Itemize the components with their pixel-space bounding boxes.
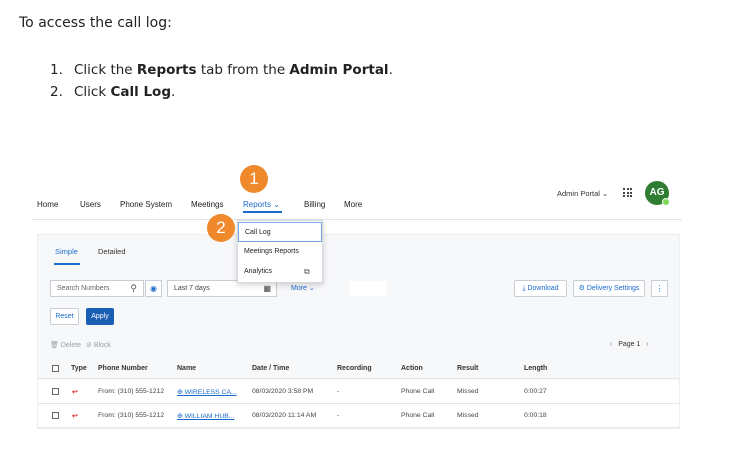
nav-home[interactable]: Home — [37, 200, 58, 209]
step-number: 1. — [50, 62, 63, 78]
row-action: Phone Call — [401, 412, 435, 419]
step-number: 2. — [50, 84, 63, 100]
menu-item-analytics[interactable]: Analytics ⧉ — [238, 262, 322, 282]
apply-button[interactable]: Apply — [86, 308, 114, 325]
step-text: Click the — [74, 62, 137, 78]
step-bold: Reports — [136, 62, 197, 78]
col-length: Length — [524, 365, 548, 372]
kebab-menu-icon[interactable]: ⋮ — [651, 280, 668, 297]
location-target-icon[interactable]: ◉ — [145, 280, 162, 297]
row-length: 0:00:27 — [524, 388, 547, 395]
row-datetime: 08/03/2020 11:14 AM — [252, 412, 317, 419]
table-header: Type Phone Number Name Date / Time Recor… — [38, 359, 679, 379]
row-result: Missed — [457, 412, 479, 419]
nav-reports[interactable]: Reports ⌄ — [243, 200, 280, 209]
row-checkbox[interactable] — [52, 388, 59, 395]
blank-field — [349, 281, 387, 296]
page-label: Page 1 — [618, 341, 641, 348]
missed-call-icon: ↩ — [72, 389, 78, 396]
call-log-panel: Simple Detailed Search Numbers ⚲ ◉ Last … — [37, 234, 680, 429]
row-name[interactable]: ⊕ WILLIAM HUB... — [177, 412, 234, 420]
avatar[interactable]: AG — [645, 181, 670, 206]
search-icon[interactable]: ⚲ — [130, 281, 137, 296]
nav-more[interactable]: More — [344, 200, 362, 209]
app-grid-icon[interactable] — [623, 188, 632, 197]
col-result: Result — [457, 365, 479, 372]
tab-underline — [54, 263, 80, 265]
step-badge-2: 2 — [207, 214, 235, 242]
row-action: Phone Call — [401, 388, 435, 395]
step-badge-1: 1 — [240, 165, 268, 193]
prev-page-icon[interactable]: ‹ — [610, 341, 612, 348]
admin-portal-menu[interactable]: Admin Portal ⌄ — [557, 189, 608, 198]
row-recording: - — [337, 388, 340, 395]
delete-action[interactable]: 🗑 Delete — [50, 341, 81, 349]
external-link-icon: ⧉ — [304, 267, 310, 276]
menu-item-meetings-reports[interactable]: Meetings Reports — [238, 242, 322, 262]
avatar-initials: AG — [649, 187, 665, 198]
row-recording: - — [337, 412, 340, 419]
table-row[interactable]: ↩ From: (310) 555-1212 ⊕ WIRELESS CA... … — [38, 380, 679, 404]
row-checkbox[interactable] — [52, 412, 59, 419]
menu-item-analytics-label: Analytics — [244, 268, 273, 275]
search-placeholder: Search Numbers — [57, 285, 110, 292]
row-name-label: WILLIAM HUB... — [184, 413, 235, 420]
search-input[interactable]: Search Numbers ⚲ — [50, 280, 144, 297]
row-datetime: 08/03/2020 3:58 PM — [252, 388, 314, 395]
step-bold: Admin Portal — [289, 62, 389, 78]
calendar-icon[interactable]: ▦ — [263, 281, 271, 296]
step-1: 1. Click the Reports tab from the Admin P… — [50, 59, 393, 81]
col-action: Action — [401, 365, 423, 372]
more-filters[interactable]: More ⌄ — [291, 284, 315, 292]
nav-users[interactable]: Users — [80, 200, 101, 209]
download-button[interactable]: ⤓ Download — [514, 280, 567, 297]
reports-underline — [243, 211, 282, 213]
col-date-time: Date / Time — [252, 365, 290, 372]
date-range-value: Last 7 days — [174, 285, 210, 292]
step-2: 2. Click Call Log. — [50, 81, 393, 103]
pagination: ‹ Page 1 › — [610, 341, 649, 348]
row-result: Missed — [457, 388, 479, 395]
row-length: 0:00:18 — [524, 412, 547, 419]
tab-detailed[interactable]: Detailed — [98, 247, 126, 256]
col-phone-number: Phone Number — [98, 365, 148, 372]
table-row[interactable]: ↩ From: (310) 555-1212 ⊕ WILLIAM HUB... … — [38, 404, 679, 428]
row-name[interactable]: ⊕ WIRELESS CA... — [177, 388, 237, 396]
reset-button[interactable]: Reset — [50, 308, 79, 325]
select-all-checkbox[interactable] — [52, 365, 59, 372]
intro-text: To access the call log: — [19, 15, 172, 31]
step-text: . — [388, 62, 393, 78]
nav-divider — [32, 219, 682, 220]
report-tabs: Simple Detailed — [38, 235, 679, 269]
step-text: Click — [74, 84, 111, 100]
block-label: Block — [93, 342, 111, 349]
step-bold: Call Log — [110, 84, 171, 100]
delivery-settings-button[interactable]: ⚙ Delivery Settings — [573, 280, 645, 297]
missed-call-icon: ↩ — [72, 413, 78, 420]
col-type: Type — [71, 365, 87, 372]
row-phone: From: (310) 555-1212 — [98, 388, 165, 395]
steps-list: 1. Click the Reports tab from the Admin P… — [50, 59, 393, 103]
nav-meetings[interactable]: Meetings — [191, 200, 223, 209]
menu-item-call-log[interactable]: Call Log — [238, 222, 322, 242]
row-phone: From: (310) 555-1212 — [98, 412, 165, 419]
delete-label: Delete — [60, 342, 82, 349]
status-dot-icon — [662, 198, 670, 206]
col-recording: Recording — [337, 365, 372, 372]
col-name: Name — [177, 365, 197, 372]
step-text: . — [170, 84, 176, 100]
nav-billing[interactable]: Billing — [304, 200, 325, 209]
row-name-label: WIRELESS CA... — [184, 389, 237, 396]
nav-phone-system[interactable]: Phone System — [120, 200, 172, 209]
tab-simple[interactable]: Simple — [55, 247, 78, 256]
step-text: tab from the — [196, 62, 290, 78]
reports-dropdown: Call Log Meetings Reports Analytics ⧉ — [237, 220, 323, 283]
next-page-icon[interactable]: › — [646, 341, 648, 348]
block-action[interactable]: ⊘ Block — [86, 341, 111, 349]
